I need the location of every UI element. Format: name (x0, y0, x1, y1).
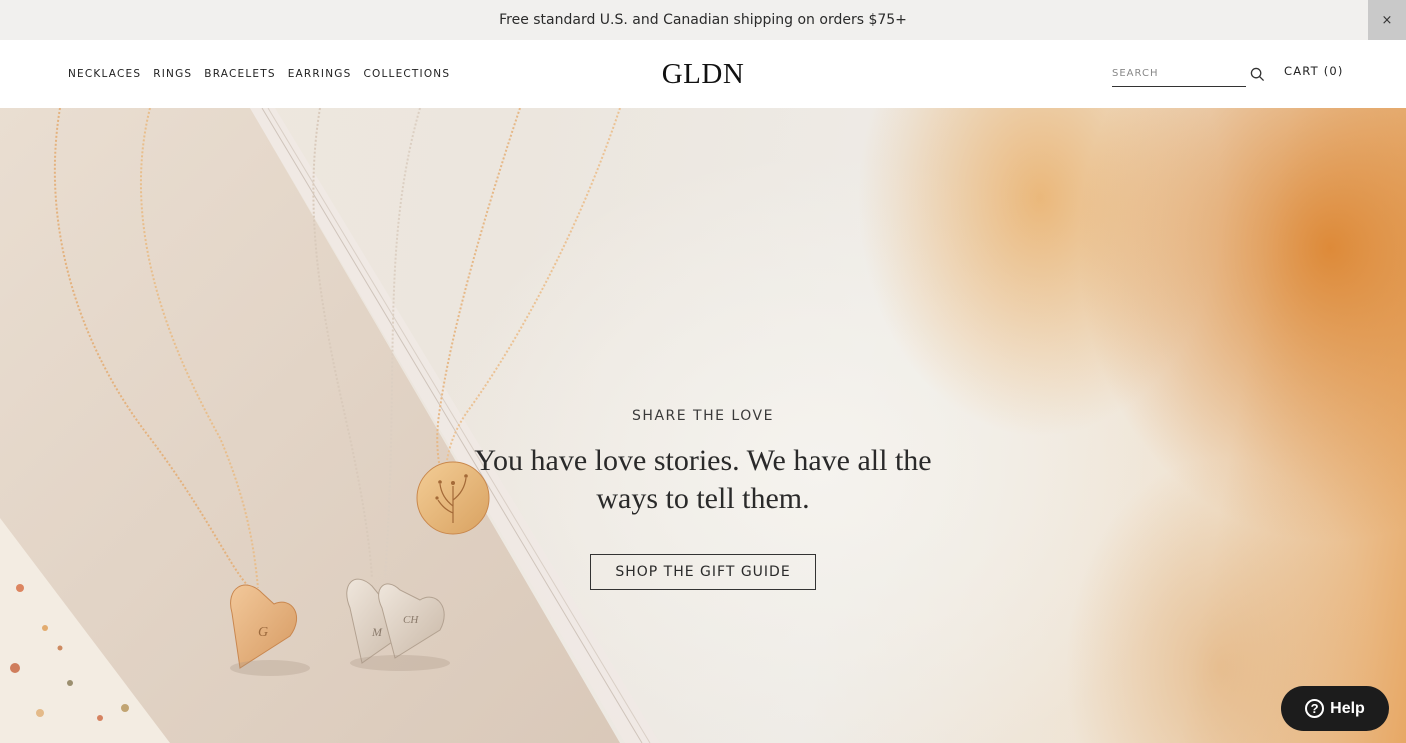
pendant-initial-m: M (371, 625, 383, 639)
nav-item-necklaces[interactable]: NECKLACES (68, 68, 141, 80)
hero-headline: You have love stories. We have all the w… (474, 444, 932, 515)
close-icon: × (1381, 12, 1393, 28)
shop-gift-guide-button[interactable]: SHOP THE GIFT GUIDE (590, 554, 816, 590)
cart-link[interactable]: CART (0) (1284, 64, 1344, 78)
hero-eyebrow: SHARE THE LOVE (632, 408, 774, 424)
search-icon[interactable] (1250, 67, 1265, 82)
help-button[interactable]: ? Help (1281, 686, 1389, 731)
site-header: NECKLACES RINGS BRACELETS EARRINGS COLLE… (0, 40, 1406, 108)
help-label: Help (1330, 699, 1365, 717)
nav-item-earrings[interactable]: EARRINGS (288, 68, 352, 80)
pendant-initial-g: G (258, 625, 268, 640)
main-nav: NECKLACES RINGS BRACELETS EARRINGS COLLE… (68, 40, 450, 108)
logo[interactable]: GLDN (662, 58, 745, 91)
nav-item-collections[interactable]: COLLECTIONS (363, 68, 450, 80)
announcement-bar: Free standard U.S. and Canadian shipping… (0, 0, 1406, 40)
nav-item-bracelets[interactable]: BRACELETS (204, 68, 275, 80)
nav-item-rings[interactable]: RINGS (153, 68, 192, 80)
search-input[interactable] (1112, 62, 1246, 84)
hero-content: SHARE THE LOVE You have love stories. We… (0, 408, 1406, 590)
hero-banner: G M CH SHARE THE LOVE You have love stor… (0, 108, 1406, 743)
announcement-text: Free standard U.S. and Canadian shipping… (499, 12, 907, 28)
search-field (1112, 62, 1246, 87)
pendant-initial-ch: CH (403, 614, 419, 626)
announcement-close-button[interactable]: × (1368, 0, 1406, 40)
question-icon: ? (1305, 699, 1325, 718)
